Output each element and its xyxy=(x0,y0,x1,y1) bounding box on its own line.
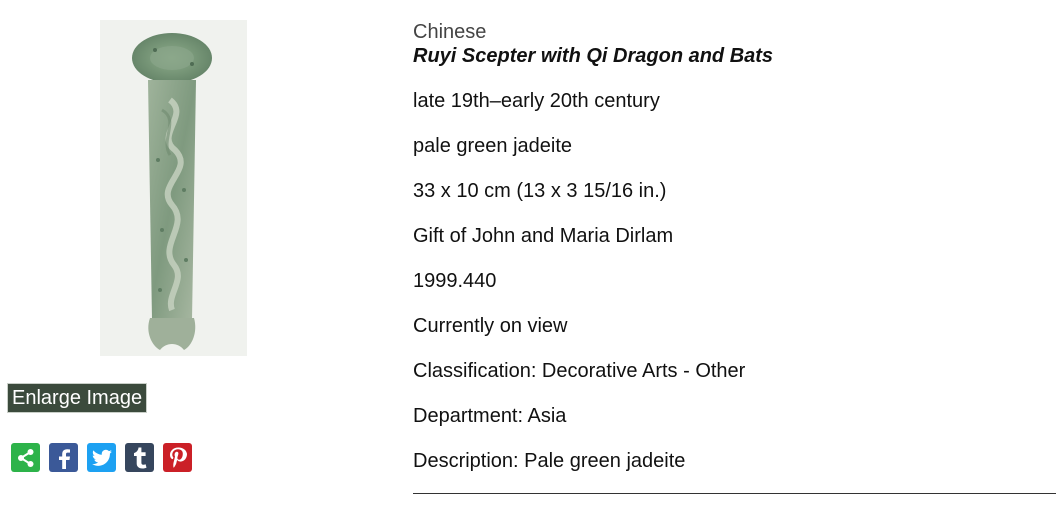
artwork-culture: Chinese xyxy=(413,21,487,43)
enlarge-image-button[interactable]: Enlarge Image xyxy=(7,383,148,413)
artwork-classification: Classification: Decorative Arts - Other xyxy=(413,360,746,382)
artwork-credit-line: Gift of John and Maria Dirlam xyxy=(413,225,674,247)
artwork-accession-number: 1999.440 xyxy=(413,270,497,292)
divider xyxy=(413,493,1056,494)
artwork-department: Department: Asia xyxy=(413,405,567,427)
share-icon[interactable] xyxy=(11,443,40,472)
twitter-icon[interactable] xyxy=(87,443,116,472)
facebook-icon[interactable] xyxy=(49,443,78,472)
artwork-date: late 19th–early 20th century xyxy=(413,90,660,112)
artwork-image[interactable] xyxy=(100,20,247,356)
artwork-medium: pale green jadeite xyxy=(413,135,573,157)
pinterest-icon[interactable] xyxy=(163,443,192,472)
artwork-title: Ruyi Scepter with Qi Dragon and Bats xyxy=(413,45,774,67)
tumblr-icon[interactable] xyxy=(125,443,154,472)
artwork-description: Description: Pale green jadeite xyxy=(413,450,686,472)
artwork-view-status: Currently on view xyxy=(413,315,568,337)
artwork-media-column: Enlarge Image xyxy=(0,0,330,508)
artwork-dimensions: 33 x 10 cm (13 x 3 15/16 in.) xyxy=(413,180,667,202)
share-toolbar xyxy=(11,443,192,473)
artwork-details: Chinese Ruyi Scepter with Qi Dragon and … xyxy=(413,0,1058,508)
